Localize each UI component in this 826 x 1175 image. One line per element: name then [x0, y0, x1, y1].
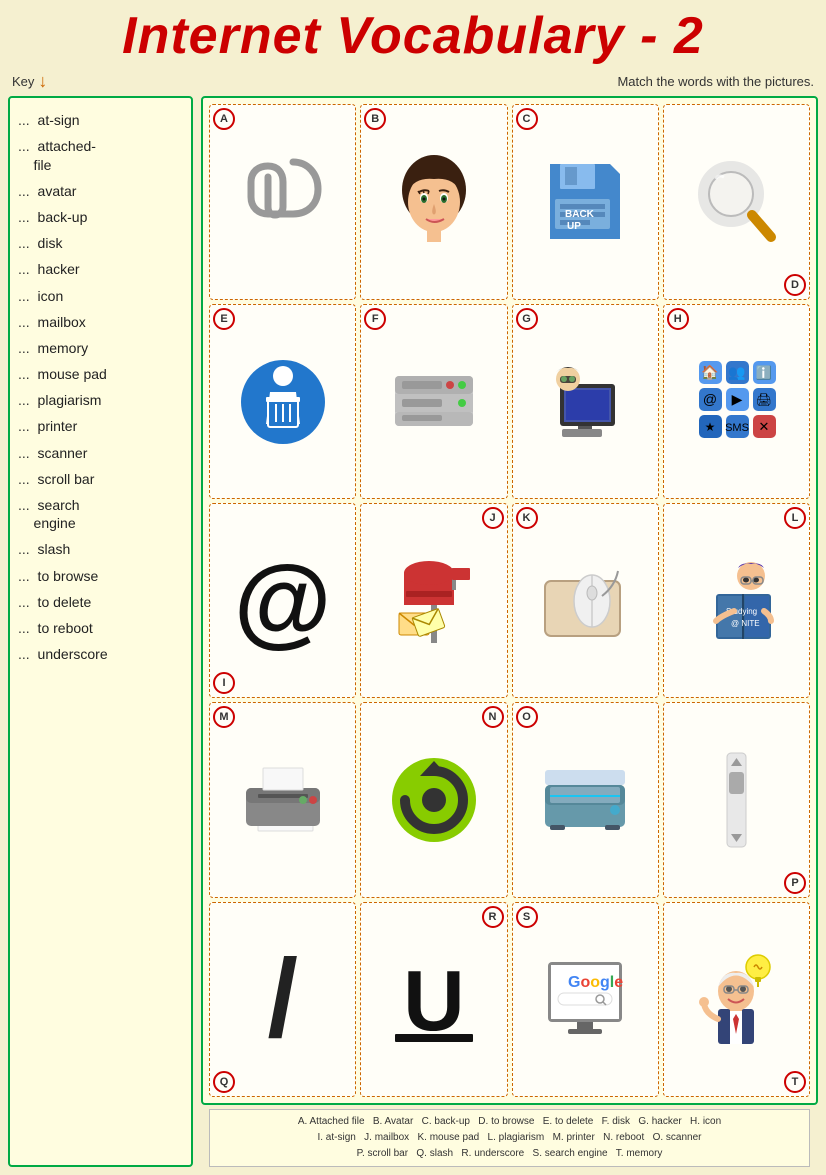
badge-q: Q	[213, 1071, 235, 1093]
cell-h: H 🏠 👥 ℹ️ @ ▶	[663, 304, 810, 499]
vocab-item: ... avatar	[18, 179, 183, 203]
cell-c: C BACK UP	[512, 104, 659, 299]
cell-l: L	[663, 503, 810, 698]
cell-i: I @	[209, 503, 356, 698]
page-title: Internet Vocabulary - 2	[0, 0, 826, 69]
badge-e: E	[213, 308, 235, 330]
vocab-item: ... to delete	[18, 590, 183, 614]
cell-o: O	[512, 702, 659, 897]
badge-p: P	[784, 872, 806, 894]
cell-e: E	[209, 304, 356, 499]
svg-text:🖨: 🖨	[756, 392, 773, 407]
cell-r: R U	[360, 902, 507, 1097]
badge-k: K	[516, 507, 538, 529]
vocab-item: ... underscore	[18, 642, 183, 666]
badge-o: O	[516, 706, 538, 728]
vocab-item: ... scanner	[18, 441, 183, 465]
badge-i: I	[213, 672, 235, 694]
svg-text:🏠: 🏠	[701, 364, 718, 381]
instruction-text: Match the words with the pictures.	[617, 74, 814, 89]
key-label: Key ↓	[12, 71, 47, 92]
vocab-item: ... at-sign	[18, 108, 183, 132]
badge-j: J	[482, 507, 504, 529]
svg-text:BACK: BACK	[565, 209, 595, 220]
cell-b: B	[360, 104, 507, 299]
badge-n: N	[482, 706, 504, 728]
badge-t: T	[784, 1071, 806, 1093]
svg-text:Google: Google	[568, 974, 623, 991]
vocab-item: ... memory	[18, 336, 183, 360]
cell-s: S Google	[512, 902, 659, 1097]
cell-g: G	[512, 304, 659, 499]
picture-panel: A B	[201, 96, 818, 1105]
svg-text:@ NITE: @ NITE	[731, 619, 760, 628]
vocab-item: ... to reboot	[18, 616, 183, 640]
vocab-item: ... slash	[18, 537, 183, 561]
cell-d: D	[663, 104, 810, 299]
key-arrow-icon: ↓	[38, 71, 47, 92]
vocab-item: ... search engine	[18, 493, 183, 535]
svg-text:👥: 👥	[728, 364, 745, 381]
vocab-item: ... icon	[18, 284, 183, 308]
svg-text:▶: ▶	[731, 391, 742, 407]
badge-c: C	[516, 108, 538, 130]
cell-m: M	[209, 702, 356, 897]
cell-n: N	[360, 702, 507, 897]
svg-text:@: @	[703, 391, 717, 407]
cell-f: F	[360, 304, 507, 499]
badge-d: D	[784, 274, 806, 296]
slash-symbol: /	[267, 944, 298, 1054]
vocab-item: ... printer	[18, 414, 183, 438]
badge-l: L	[784, 507, 806, 529]
caption-bar: A. Attached file B. Avatar C. back-up D.…	[209, 1109, 810, 1167]
svg-text:ℹ️: ℹ️	[756, 365, 772, 380]
vocab-item: ... attached- file	[18, 134, 183, 176]
badge-g: G	[516, 308, 538, 330]
svg-text:U: U	[403, 954, 464, 1047]
badge-f: F	[364, 308, 386, 330]
cell-k: K	[512, 503, 659, 698]
cell-a: A	[209, 104, 356, 299]
vocab-item: ... hacker	[18, 257, 183, 281]
cell-t: T	[663, 902, 810, 1097]
vocab-item: ... scroll bar	[18, 467, 183, 491]
vocab-item: ... back-up	[18, 205, 183, 229]
vocab-item: ... mouse pad	[18, 362, 183, 386]
cell-p: P	[663, 702, 810, 897]
at-sign-symbol: @	[234, 551, 332, 651]
vocab-item: ... to browse	[18, 564, 183, 588]
vocab-item: ... mailbox	[18, 310, 183, 334]
cell-q: Q /	[209, 902, 356, 1097]
vocab-item: ... plagiarism	[18, 388, 183, 412]
badge-h: H	[667, 308, 689, 330]
badge-s: S	[516, 906, 538, 928]
cell-j: J	[360, 503, 507, 698]
svg-text:SMS: SMS	[725, 422, 749, 434]
svg-text:★: ★	[704, 420, 715, 434]
badge-r: R	[482, 906, 504, 928]
svg-text:✕: ✕	[758, 419, 769, 434]
vocab-panel: ... at-sign ... attached- file ... avata…	[8, 96, 193, 1167]
vocab-item: ... disk	[18, 231, 183, 255]
svg-text:UP: UP	[567, 221, 581, 232]
